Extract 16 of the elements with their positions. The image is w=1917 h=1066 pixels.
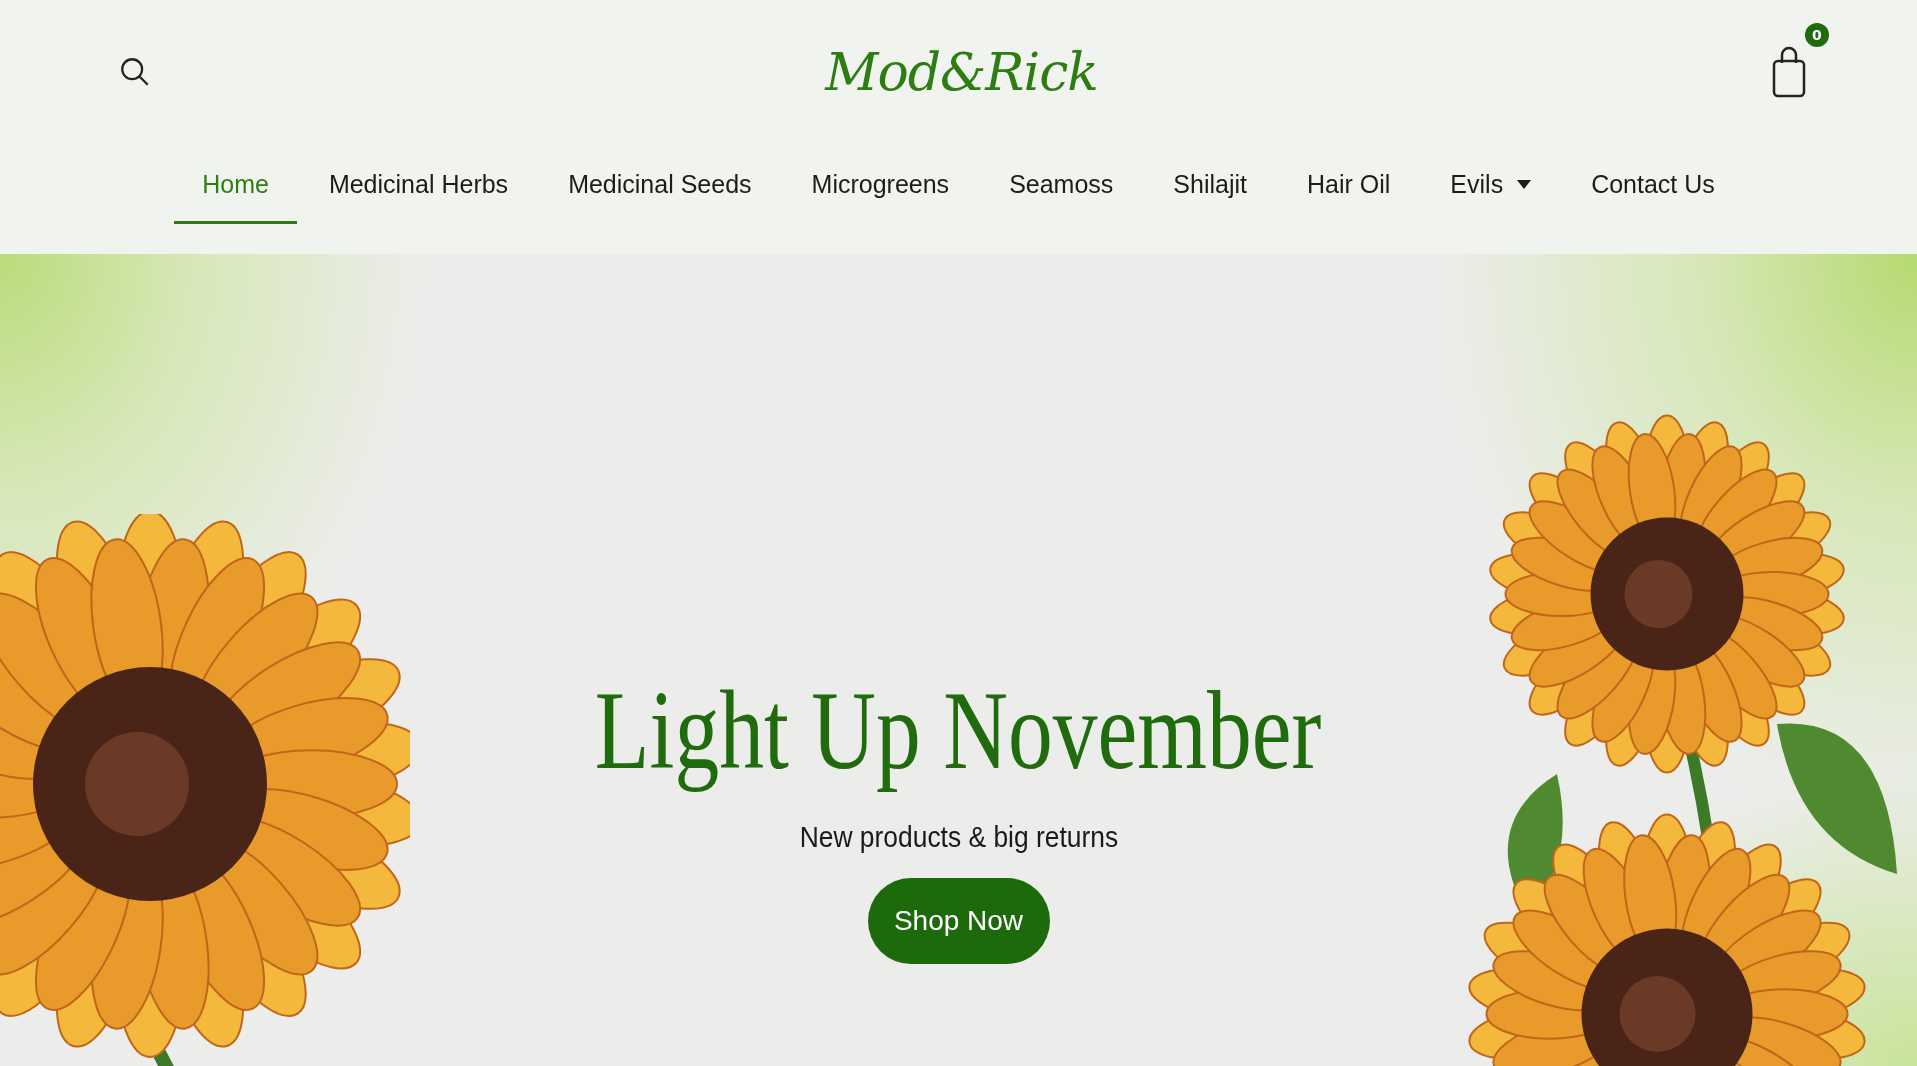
shop-now-button[interactable]: Shop Now [867,878,1050,965]
nav-link[interactable]: Hair Oil [1279,158,1419,224]
shopping-bag-icon [1771,45,1807,99]
cart-count: 0 [1805,23,1829,47]
nav-link[interactable]: Microgreens [783,158,978,224]
nav-link[interactable]: Medicinal Seeds [540,158,780,224]
hero-title: Light Up November [595,669,1322,793]
nav-link[interactable]: Shilajit [1145,158,1275,224]
site-logo[interactable]: Mod&Rick [825,42,1098,102]
nav-link[interactable]: Medicinal Herbs [300,158,537,224]
nav-link[interactable]: Evils [1422,158,1560,224]
nav-link[interactable]: Contact Us [1563,158,1743,224]
hero-subtitle: New products & big returns [799,820,1118,855]
cart-button[interactable]: 0 [1771,21,1829,99]
nav-link[interactable]: Seamoss [981,158,1142,224]
nav-link[interactable]: Home [174,158,297,224]
